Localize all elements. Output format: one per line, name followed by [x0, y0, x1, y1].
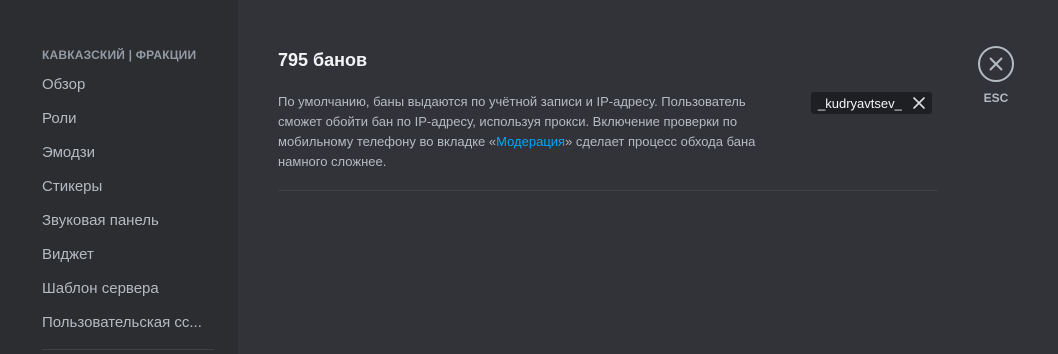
- banned-username: _kudryavtsev_: [818, 95, 902, 111]
- moderation-link[interactable]: Модерация: [496, 134, 565, 149]
- sidebar-item-emoji[interactable]: Эмодзи: [42, 144, 214, 161]
- sidebar-divider: [42, 349, 214, 350]
- close-settings: ESC: [977, 46, 1015, 105]
- sidebar-item-custom-link[interactable]: Пользовательская сс...: [42, 314, 214, 331]
- sidebar-item-overview[interactable]: Обзор: [42, 76, 214, 93]
- close-icon[interactable]: [912, 96, 926, 110]
- close-circle-icon: [989, 57, 1003, 71]
- section-divider: [278, 190, 938, 191]
- close-button[interactable]: [978, 46, 1014, 82]
- sidebar-item-soundboard[interactable]: Звуковая панель: [42, 212, 214, 229]
- bans-description: По умолчанию, баны выдаются по учётной з…: [278, 92, 778, 172]
- sidebar-item-stickers[interactable]: Стикеры: [42, 178, 214, 195]
- esc-label: ESC: [983, 91, 1009, 105]
- bans-panel: 795 банов По умолчанию, баны выдаются по…: [238, 0, 1058, 354]
- sidebar-item-widget[interactable]: Виджет: [42, 246, 214, 263]
- sidebar-item-roles[interactable]: Роли: [42, 110, 214, 127]
- sidebar-item-server-template[interactable]: Шаблон сервера: [42, 280, 214, 297]
- banned-user-chip[interactable]: _kudryavtsev_: [811, 92, 932, 114]
- settings-sidebar: КАВКАЗСКИЙ | ФРАКЦИИ Обзор Роли Эмодзи С…: [0, 0, 238, 354]
- page-title: 795 банов: [278, 50, 368, 70]
- sidebar-server-header: КАВКАЗСКИЙ | ФРАКЦИИ: [42, 48, 197, 62]
